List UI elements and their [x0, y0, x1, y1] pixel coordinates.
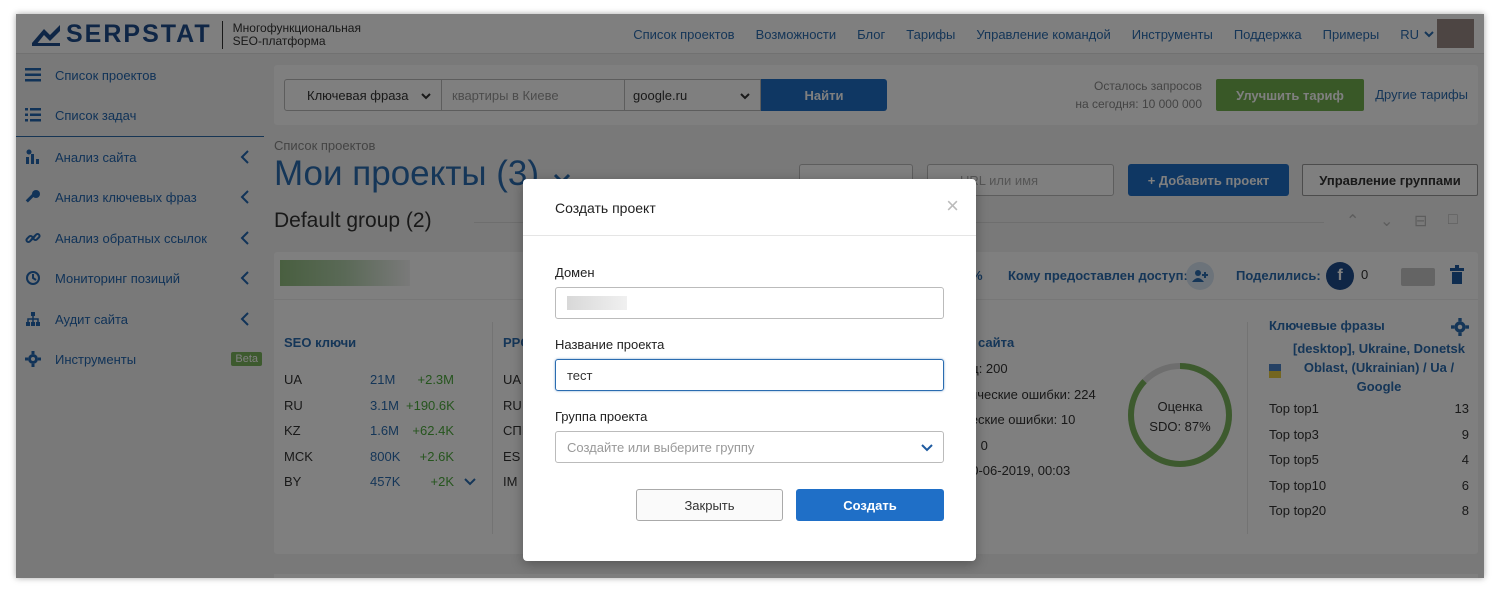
create-button[interactable]: Создать: [796, 489, 944, 521]
app-window: SERPSTAT Многофункциональная SEO-платфор…: [16, 14, 1484, 578]
domain-value-redacted: [567, 296, 627, 310]
project-group-select[interactable]: Создайте или выберите группу: [555, 431, 944, 463]
domain-field[interactable]: [555, 287, 944, 319]
close-button[interactable]: Закрыть: [636, 489, 783, 521]
domain-label: Домен: [555, 265, 595, 280]
project-name-label: Название проекта: [555, 337, 665, 352]
project-group-label: Группа проекта: [555, 409, 648, 424]
modal-title: Создать проект: [555, 200, 656, 216]
close-icon[interactable]: ×: [946, 195, 959, 217]
create-project-modal: Создать проект × Домен Название проекта …: [523, 179, 976, 561]
project-name-field[interactable]: тест: [555, 359, 944, 391]
project-group-placeholder: Создайте или выберите группу: [567, 439, 755, 455]
modal-divider: [523, 235, 976, 236]
chevron-down-icon: [921, 444, 933, 452]
